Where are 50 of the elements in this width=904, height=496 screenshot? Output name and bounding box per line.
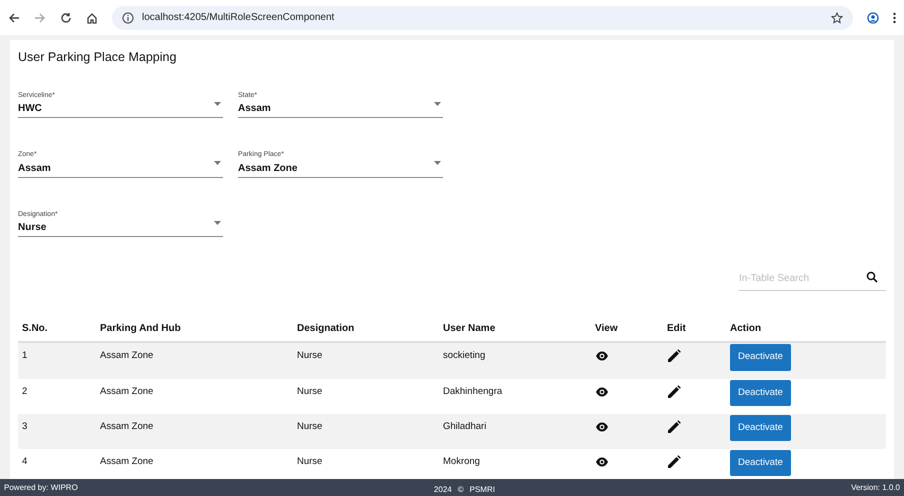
caret-icon[interactable] [214, 102, 221, 106]
table-cell: 3 [18, 414, 96, 449]
version-text: Version: 1.0.0 [851, 482, 900, 494]
caret-icon[interactable] [434, 161, 441, 166]
table-cell: sockieting [439, 342, 591, 378]
pencil-icon[interactable] [667, 420, 681, 434]
caret-icon[interactable] [214, 161, 221, 166]
table-cell: 1 [18, 342, 96, 378]
eye-icon[interactable] [595, 384, 609, 398]
table-cell: Dakhinhengra [439, 378, 591, 414]
address-bar[interactable]: localhost:4205/MultiRoleScreenComponent [112, 6, 853, 30]
powered-by-text: Powered by: WIPRO [4, 482, 78, 494]
copyright-year: 2024 [434, 484, 452, 496]
back-icon[interactable] [8, 12, 20, 24]
page-title: User Parking Place Mapping [18, 49, 178, 66]
table-cell: Nurse [293, 342, 439, 378]
search-icon[interactable] [866, 271, 878, 284]
table-cell: 2 [18, 378, 96, 414]
info-icon[interactable] [122, 12, 134, 24]
organization-name: PSMRI [470, 484, 495, 496]
pencil-icon[interactable] [667, 349, 681, 364]
table-cell: Ghiladhari [439, 414, 591, 449]
profile-icon[interactable] [867, 12, 879, 24]
deactivate-button[interactable]: Deactivate [730, 450, 791, 476]
table-cell: Nurse [293, 378, 439, 414]
home-icon[interactable] [86, 12, 98, 24]
table-cell: Mokrong [439, 449, 591, 479]
search-field[interactable]: In-Table Search [739, 269, 886, 292]
eye-icon[interactable] [595, 455, 609, 469]
eye-icon[interactable] [595, 349, 609, 364]
url-text: localhost:4205/MultiRoleScreenComponent [142, 11, 336, 25]
deactivate-button[interactable]: Deactivate [730, 414, 791, 441]
table-cell: Assam Zone [96, 449, 293, 479]
reload-icon[interactable] [60, 12, 72, 24]
copyright-mark: © [458, 484, 464, 496]
caret-icon[interactable] [214, 220, 221, 225]
caret-icon[interactable] [434, 102, 441, 106]
table-cell: Nurse [293, 449, 439, 479]
table-cell: 4 [18, 449, 96, 479]
pencil-icon[interactable] [667, 384, 681, 398]
star-icon[interactable] [831, 12, 843, 24]
eye-icon[interactable] [595, 420, 609, 434]
pencil-icon[interactable] [667, 455, 681, 469]
table-cell: Assam Zone [96, 342, 293, 378]
table-cell: Nurse [293, 414, 439, 449]
table-cell: Assam Zone [96, 378, 293, 414]
deactivate-button[interactable]: Deactivate [730, 344, 791, 370]
menu-icon[interactable] [893, 12, 896, 24]
table-cell: Assam Zone [96, 414, 293, 449]
deactivate-button[interactable]: Deactivate [730, 380, 791, 406]
